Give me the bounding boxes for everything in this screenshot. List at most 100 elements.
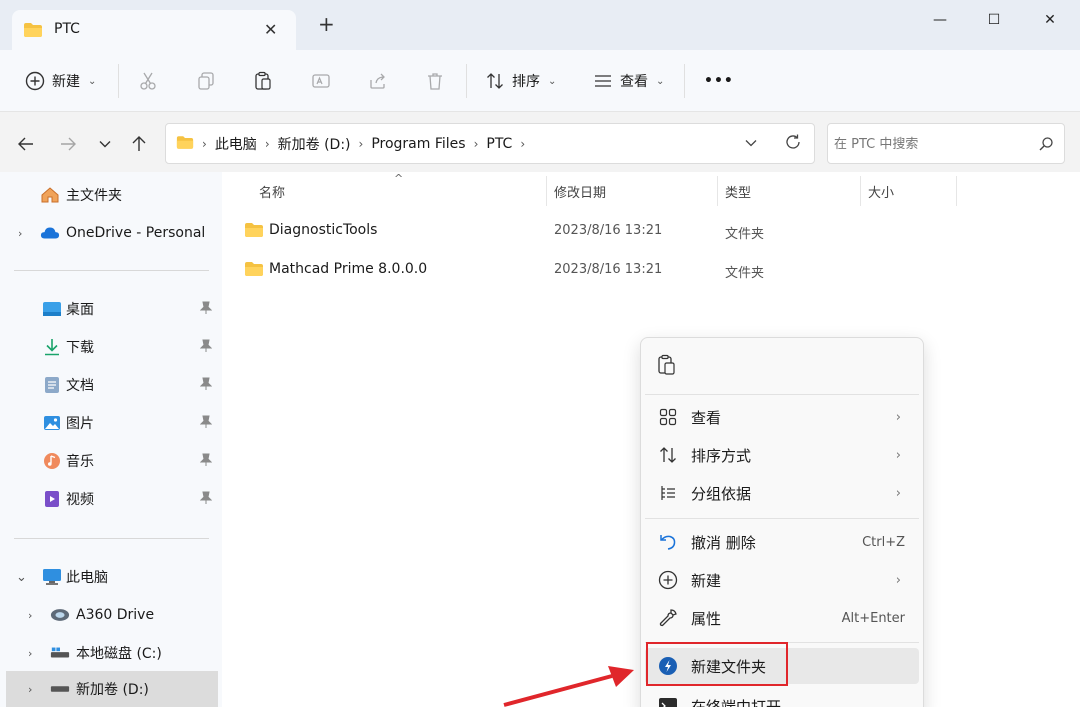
sidebar-item-a360-drive[interactable]: › A360 Drive [0, 597, 222, 633]
menu-item-undo-delete[interactable]: 撤消 删除 Ctrl+Z [645, 524, 919, 560]
desktop-icon [42, 299, 62, 319]
folder-icon [244, 261, 264, 281]
new-button[interactable]: 新建 ⌄ [24, 66, 96, 96]
sidebar-item-label: 音乐 [66, 454, 94, 470]
breadcrumb-ptc[interactable]: PTC [486, 136, 512, 152]
more-options-button[interactable]: ••• [704, 66, 734, 96]
menu-item-group-by[interactable]: 分组依据 › [645, 475, 919, 511]
breadcrumb-d-drive[interactable]: 新加卷 (D:) [278, 134, 351, 154]
column-divider[interactable] [717, 176, 718, 206]
forward-arrow-icon[interactable] [56, 132, 80, 156]
menu-item-new[interactable]: 新建 › [645, 562, 919, 598]
chevron-right-icon: › [895, 485, 901, 501]
breadcrumb-program-files[interactable]: Program Files [371, 136, 465, 152]
chevron-right-icon[interactable]: › [28, 683, 32, 696]
back-arrow-icon[interactable] [14, 132, 38, 156]
rename-icon[interactable] [311, 66, 331, 96]
cut-icon[interactable] [138, 66, 158, 96]
file-name: Mathcad Prime 8.0.0.0 [269, 261, 428, 277]
view-button-label: 查看 [620, 74, 648, 90]
sidebar-item-label: 图片 [66, 416, 94, 432]
menu-item-sort-by[interactable]: 排序方式 › [645, 437, 919, 473]
paste-icon[interactable] [253, 66, 273, 96]
sidebar-item-home[interactable]: 主文件夹 [0, 177, 222, 213]
pin-icon[interactable] [199, 415, 213, 433]
navigation-pane: 主文件夹 › OneDrive - Personal 桌面 下载 文档 图片 音… [0, 172, 222, 707]
sidebar-item-pictures[interactable]: 图片 [0, 405, 222, 441]
maximize-button[interactable]: ☐ [982, 8, 1006, 32]
delete-icon[interactable] [425, 66, 445, 96]
minimize-button[interactable]: — [928, 8, 952, 32]
sidebar-item-this-pc[interactable]: ⌄ 此电脑 [0, 559, 222, 595]
paste-icon[interactable] [657, 354, 677, 380]
menu-item-shortcut: Ctrl+Z [862, 534, 905, 550]
sidebar-item-onedrive[interactable]: › OneDrive - Personal [0, 215, 222, 251]
chevron-right-icon[interactable]: › [28, 609, 32, 622]
chevron-down-icon: ⌄ [88, 75, 97, 87]
column-header-date[interactable]: 修改日期 [554, 182, 606, 201]
sidebar-item-label: 此电脑 [66, 570, 108, 586]
tab-close-icon[interactable]: ✕ [264, 20, 277, 39]
grid-view-icon [657, 406, 679, 428]
menu-item-properties[interactable]: 属性 Alt+Enter [645, 600, 919, 636]
sidebar-item-label: A360 Drive [76, 607, 155, 623]
new-tab-button[interactable]: + [318, 14, 335, 34]
menu-item-open-terminal[interactable]: 在终端中打开 [645, 688, 919, 707]
share-icon[interactable] [368, 66, 388, 96]
chevron-down-icon[interactable]: ⌄ [16, 570, 27, 585]
view-button[interactable]: 查看 ⌄ [592, 66, 664, 96]
pin-icon[interactable] [199, 301, 213, 319]
column-divider[interactable] [860, 176, 861, 206]
search-icon[interactable] [1038, 136, 1054, 156]
pin-icon[interactable] [199, 453, 213, 471]
drive-icon [50, 679, 70, 699]
menu-item-label: 排序方式 [691, 446, 752, 465]
sort-button[interactable]: 排序 ⌄ [484, 66, 556, 96]
menu-item-label: 分组依据 [691, 484, 752, 503]
chevron-down-icon: ⌄ [656, 75, 665, 87]
sort-icon [657, 444, 679, 466]
column-header-name[interactable]: 名称 [259, 182, 285, 201]
sidebar-divider [14, 270, 209, 271]
breadcrumb-this-pc[interactable]: 此电脑 [215, 134, 257, 154]
sidebar-item-d-drive[interactable]: › 新加卷 (D:) [6, 671, 218, 707]
up-arrow-icon[interactable] [127, 132, 151, 156]
chevron-right-icon[interactable]: › [28, 647, 32, 660]
new-button-label: 新建 [52, 74, 80, 90]
address-bar[interactable]: › 此电脑 › 新加卷 (D:) › Program Files › PTC › [165, 123, 815, 164]
recent-locations-chevron-icon[interactable] [93, 132, 117, 156]
sidebar-item-label: 主文件夹 [66, 188, 122, 204]
a360-drive-icon [50, 605, 70, 625]
table-row[interactable]: DiagnosticTools 2023/8/16 13:21 文件夹 [242, 215, 802, 247]
sidebar-item-downloads[interactable]: 下载 [0, 329, 222, 365]
copy-icon[interactable] [196, 66, 216, 96]
chevron-right-icon[interactable]: › [18, 227, 22, 240]
sidebar-item-desktop[interactable]: 桌面 [0, 291, 222, 327]
sidebar-item-c-drive[interactable]: › 本地磁盘 (C:) [0, 635, 222, 671]
sidebar-item-label: 视频 [66, 492, 94, 508]
pin-icon[interactable] [199, 377, 213, 395]
folder-icon [176, 135, 194, 154]
pin-icon[interactable] [199, 491, 213, 509]
chevron-down-icon: ⌄ [548, 75, 557, 87]
close-window-button[interactable]: ✕ [1038, 8, 1062, 32]
menu-item-view[interactable]: 查看 › [645, 399, 919, 435]
column-divider[interactable] [546, 176, 547, 206]
refresh-icon[interactable] [784, 133, 802, 155]
pin-icon[interactable] [199, 339, 213, 357]
address-history-chevron-icon[interactable] [744, 136, 758, 154]
menu-item-label: 属性 [691, 609, 722, 628]
search-input[interactable] [834, 133, 1034, 155]
table-row[interactable]: Mathcad Prime 8.0.0.0 2023/8/16 13:21 文件… [242, 254, 802, 286]
tab-ptc[interactable]: PTC ✕ [12, 10, 296, 50]
column-header-type[interactable]: 类型 [725, 182, 751, 201]
menu-divider [645, 518, 919, 519]
search-box[interactable] [827, 123, 1065, 164]
sidebar-item-videos[interactable]: 视频 [0, 481, 222, 517]
address-row: › 此电脑 › 新加卷 (D:) › Program Files › PTC › [0, 112, 1080, 172]
home-icon [40, 185, 60, 205]
sidebar-item-documents[interactable]: 文档 [0, 367, 222, 403]
column-header-size[interactable]: 大小 [868, 182, 894, 201]
sidebar-item-music[interactable]: 音乐 [0, 443, 222, 479]
column-divider[interactable] [956, 176, 957, 206]
